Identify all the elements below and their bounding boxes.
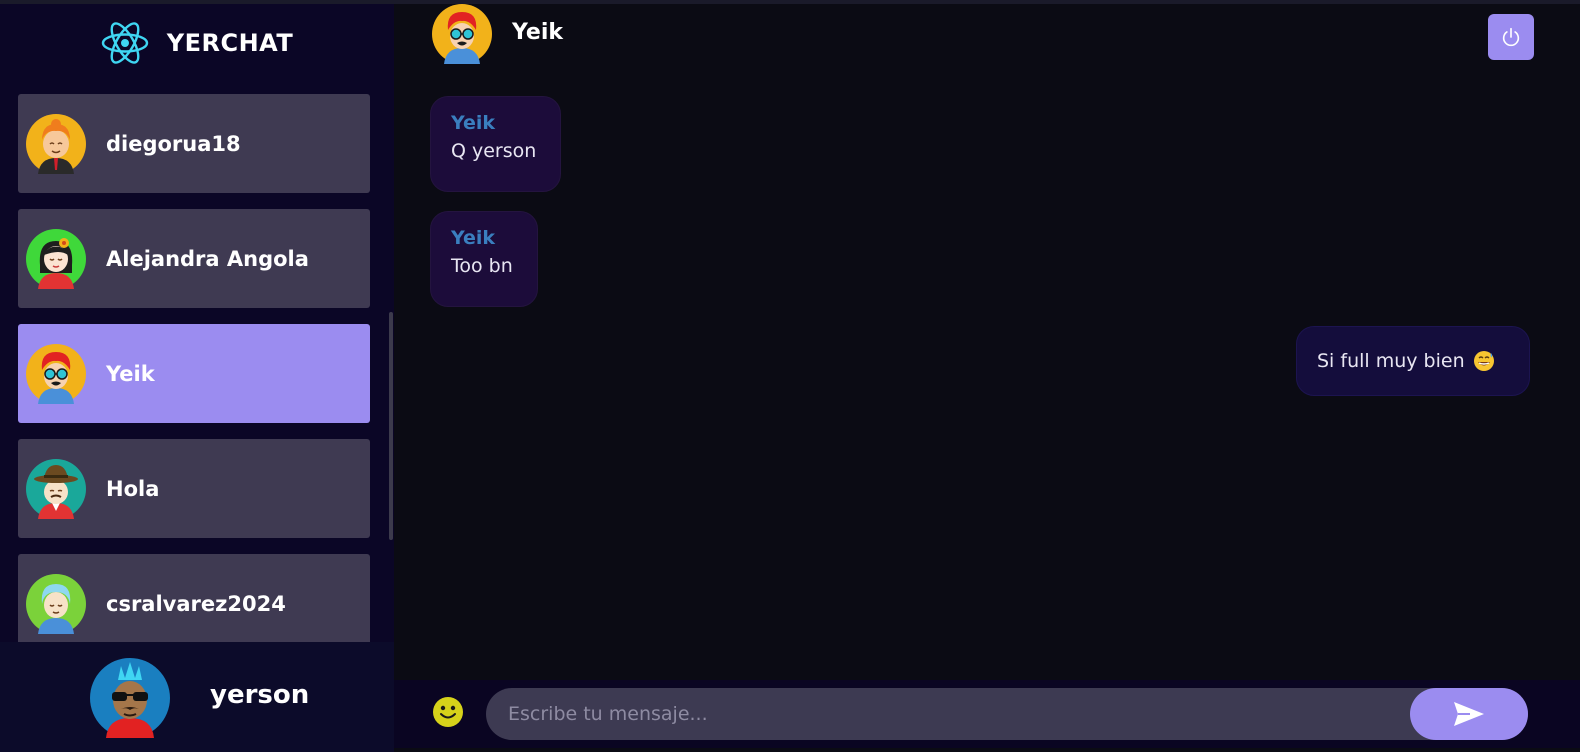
- message-composer: [394, 680, 1580, 748]
- grinning-sweat-emoji: [1473, 351, 1494, 371]
- current-user-panel: yerson: [0, 642, 394, 752]
- message-text: Q yerson: [451, 140, 537, 162]
- contact-item-diegorua18[interactable]: diegorua18: [18, 94, 370, 193]
- send-button[interactable]: [1410, 688, 1528, 740]
- message-input[interactable]: [486, 688, 1416, 740]
- avatar-blue-hair-icon: [26, 573, 86, 634]
- current-user-name: yerson: [210, 680, 310, 710]
- message-incoming: Yeik Too bn: [430, 211, 538, 307]
- contact-name: Yeik: [106, 361, 155, 386]
- message-incoming: Yeik Q yerson: [430, 96, 561, 192]
- contact-item-hola[interactable]: Hola: [18, 439, 370, 538]
- avatar-hat-man-icon: [26, 458, 86, 519]
- contact-name: csralvarez2024: [106, 591, 286, 616]
- brand: YERCHAT: [0, 4, 394, 82]
- avatar-orange-hair-icon: [26, 113, 86, 174]
- contact-list[interactable]: diegorua18 Alejandra Angola Yeik Hola cs…: [0, 82, 394, 642]
- contact-item-alejandra-angola[interactable]: Alejandra Angola: [18, 209, 370, 308]
- send-arrow-icon: [1454, 702, 1484, 726]
- logout-button[interactable]: [1488, 14, 1534, 60]
- contact-list-scrollbar[interactable]: [389, 312, 393, 540]
- react-atom-icon: [101, 22, 148, 64]
- power-icon: [1502, 27, 1520, 47]
- contact-name: Hola: [106, 476, 160, 501]
- message-input-container: [486, 688, 1528, 740]
- message-sender: Yeik: [451, 112, 496, 134]
- message-outgoing: Si full muy bien: [1296, 326, 1530, 396]
- app-name: YERCHAT: [166, 29, 294, 57]
- contact-item-yeik[interactable]: Yeik: [18, 324, 370, 423]
- avatar-mohawk-sunglasses-icon: [90, 658, 170, 738]
- contact-name: Alejandra Angola: [106, 246, 309, 271]
- chat-header: Yeik: [394, 4, 1580, 74]
- message-sender: Yeik: [451, 227, 496, 249]
- sidebar: YERCHAT diegorua18 Alejandra Angola Yeik…: [0, 4, 394, 752]
- smiley-icon[interactable]: [432, 696, 464, 728]
- chat-panel: Yeik Yeik Q yerson Yeik Too bn Si full m…: [394, 4, 1580, 680]
- avatar-red-hair-glasses-icon: [432, 4, 492, 64]
- chat-contact-name: Yeik: [512, 20, 564, 45]
- message-text: Too bn: [451, 255, 513, 277]
- contact-name: diegorua18: [106, 131, 241, 156]
- contact-item-csralvarez2024[interactable]: csralvarez2024: [18, 554, 370, 642]
- avatar-girl-flower-icon: [26, 228, 86, 289]
- avatar-red-hair-glasses-icon: [26, 343, 86, 404]
- message-text: Si full muy bien: [1317, 350, 1465, 372]
